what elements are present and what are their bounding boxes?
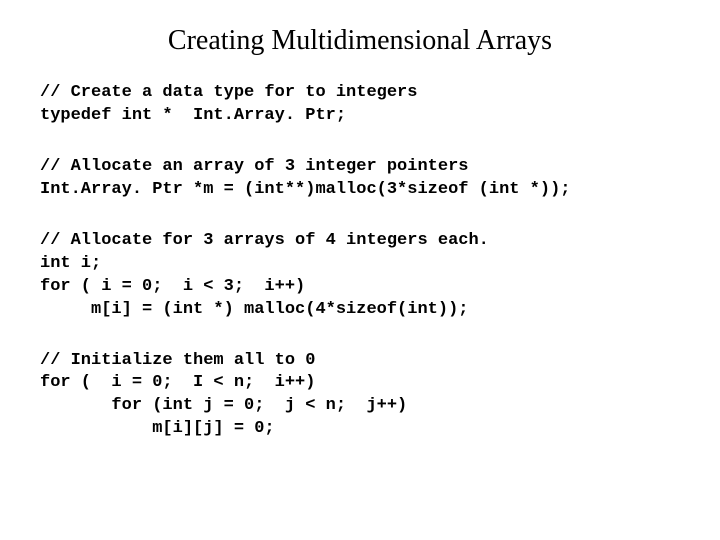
code-block-allocate-pointers: // Allocate an array of 3 integer pointe… — [40, 156, 680, 202]
code-block-allocate-arrays: // Allocate for 3 arrays of 4 integers e… — [40, 230, 680, 322]
code-block-initialize: // Initialize them all to 0 for ( i = 0;… — [40, 350, 680, 442]
slide-title: Creating Multidimensional Arrays — [40, 25, 680, 57]
code-block-typedef: // Create a data type for to integers ty… — [40, 82, 680, 128]
